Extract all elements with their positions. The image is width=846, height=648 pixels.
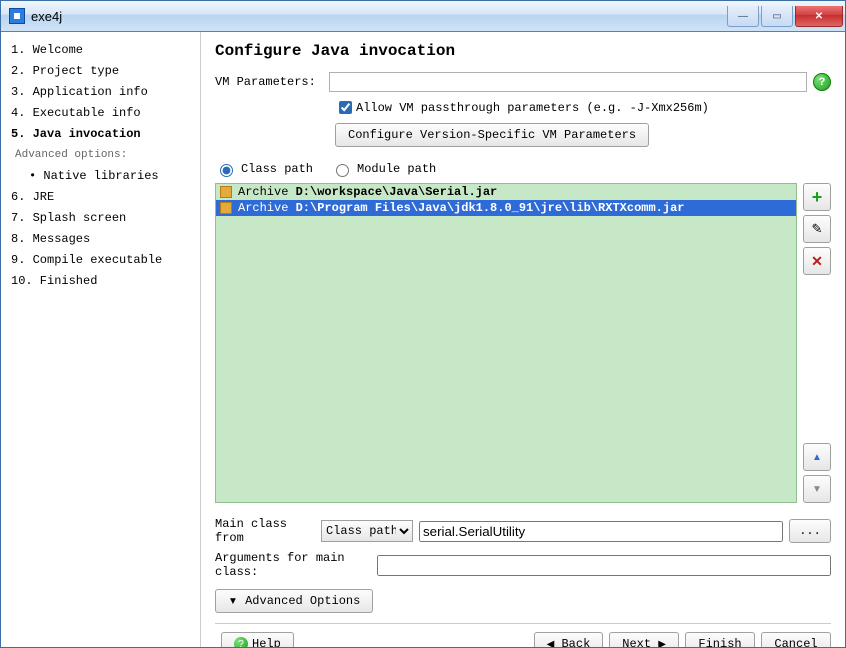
main-class-from-select[interactable]: Class path <box>321 520 413 542</box>
minimize-button[interactable]: — <box>727 6 759 27</box>
wizard-step[interactable]: 7. Splash screen <box>11 208 190 229</box>
help-button[interactable]: ? Help <box>221 632 294 647</box>
app-icon <box>9 8 25 24</box>
chevron-down-icon: ▼ <box>228 596 238 607</box>
arguments-input[interactable] <box>377 555 831 576</box>
wizard-step[interactable]: 6. JRE <box>11 187 190 208</box>
allow-passthrough-checkbox[interactable] <box>339 101 352 114</box>
vm-parameters-label: VM Parameters: <box>215 75 329 89</box>
wizard-step[interactable]: 5. Java invocation <box>11 124 190 145</box>
classpath-entry-label: Archive D:\Program Files\Java\jdk1.8.0_9… <box>238 200 684 216</box>
wizard-step[interactable]: 4. Executable info <box>11 103 190 124</box>
vm-parameters-input[interactable] <box>329 72 807 92</box>
wizard-step[interactable]: 9. Compile executable <box>11 250 190 271</box>
arguments-label: Arguments for main class: <box>215 551 371 579</box>
classpath-radio[interactable]: Class path <box>215 161 313 177</box>
advanced-options-button[interactable]: ▼ Advanced Options <box>215 589 373 613</box>
help-circle-icon: ? <box>234 637 248 647</box>
archive-icon <box>220 202 232 214</box>
edit-classpath-button[interactable]: ✎ <box>803 215 831 243</box>
back-button[interactable]: ◀ Back <box>534 632 604 647</box>
arrow-left-icon: ◀ <box>547 639 555 648</box>
allow-passthrough-label: Allow VM passthrough parameters (e.g. -J… <box>356 101 709 115</box>
main-panel: Configure Java invocation VM Parameters:… <box>201 32 845 647</box>
modulepath-radio-label: Module path <box>357 162 436 176</box>
classpath-buttons: ✎ <box>803 183 831 503</box>
main-class-input[interactable] <box>419 521 783 542</box>
window-buttons: — ▭ ✕ <box>725 6 843 26</box>
help-icon[interactable]: ? <box>813 73 831 91</box>
finish-button[interactable]: Finish <box>685 632 755 647</box>
classpath-radio-label: Class path <box>241 162 313 176</box>
classpath-list[interactable]: Archive D:\workspace\Java\Serial.jarArch… <box>215 183 797 503</box>
separator <box>215 623 831 624</box>
window-title: exe4j <box>31 9 725 24</box>
move-down-button[interactable] <box>803 475 831 503</box>
move-up-button[interactable] <box>803 443 831 471</box>
classpath-entry[interactable]: Archive D:\Program Files\Java\jdk1.8.0_9… <box>216 200 796 216</box>
next-button[interactable]: Next ▶ <box>609 632 679 647</box>
wizard-step[interactable]: 8. Messages <box>11 229 190 250</box>
wizard-step[interactable]: 3. Application info <box>11 82 190 103</box>
add-classpath-button[interactable] <box>803 183 831 211</box>
wizard-step[interactable]: 1. Welcome <box>11 40 190 61</box>
modulepath-radio[interactable]: Module path <box>331 161 436 177</box>
classpath-entry-label: Archive D:\workspace\Java\Serial.jar <box>238 184 497 200</box>
sidebar-subheader: Advanced options: <box>11 145 190 166</box>
configure-version-vm-button[interactable]: Configure Version-Specific VM Parameters <box>335 123 649 147</box>
remove-classpath-button[interactable] <box>803 247 831 275</box>
wizard-footer: ? Help ◀ Back Next ▶ Finish Cancel <box>215 632 831 647</box>
app-window: exe4j — ▭ ✕ exe4j 1. Welcome2. Project t… <box>0 0 846 648</box>
main-class-from-label: Main class from <box>215 517 315 545</box>
wizard-step[interactable]: 10. Finished <box>11 271 190 292</box>
wizard-sidebar: exe4j 1. Welcome2. Project type3. Applic… <box>1 32 201 647</box>
close-button[interactable]: ✕ <box>795 6 843 27</box>
classpath-entry[interactable]: Archive D:\workspace\Java\Serial.jar <box>216 184 796 200</box>
archive-icon <box>220 186 232 198</box>
maximize-button[interactable]: ▭ <box>761 6 793 27</box>
cancel-button[interactable]: Cancel <box>761 632 831 647</box>
wizard-step[interactable]: • Native libraries <box>11 166 190 187</box>
wizard-step[interactable]: 2. Project type <box>11 61 190 82</box>
titlebar: exe4j — ▭ ✕ <box>1 1 845 32</box>
arrow-right-icon: ▶ <box>658 639 666 648</box>
page-heading: Configure Java invocation <box>215 42 831 60</box>
browse-main-class-button[interactable]: ... <box>789 519 831 543</box>
